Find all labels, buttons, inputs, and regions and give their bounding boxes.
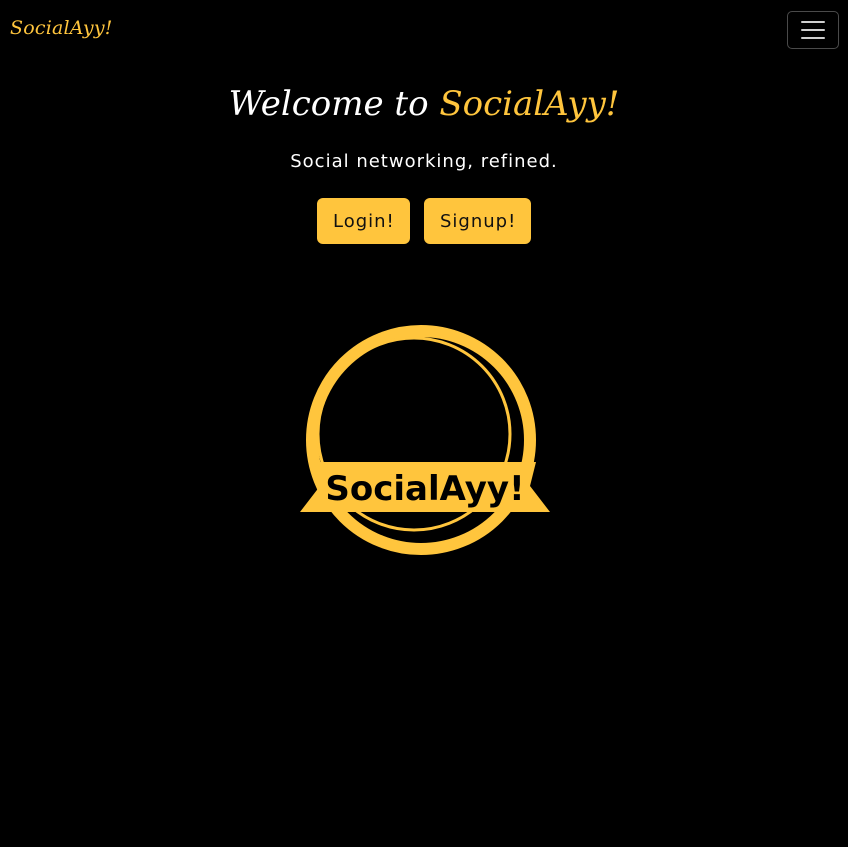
welcome-prefix: Welcome to <box>228 84 440 124</box>
signup-button[interactable]: Signup! <box>424 198 531 244</box>
welcome-heading: Welcome to SocialAyy! <box>0 84 848 124</box>
hamburger-menu-icon <box>801 21 825 39</box>
navbar-toggler-button[interactable] <box>787 11 839 49</box>
navbar-brand-link[interactable]: SocialAyy! <box>10 17 113 39</box>
navbar: SocialAyy! <box>0 0 848 62</box>
socialayy-logo: SocialAyy! <box>300 325 550 555</box>
logo-text: SocialAyy! <box>325 469 524 509</box>
login-button[interactable]: Login! <box>317 198 410 244</box>
tagline: Social networking, refined. <box>290 151 558 172</box>
auth-button-group: Login! Signup! <box>0 198 848 244</box>
logo-outer-ring <box>306 325 536 555</box>
welcome-brand-name: SocialAyy! <box>439 84 620 124</box>
